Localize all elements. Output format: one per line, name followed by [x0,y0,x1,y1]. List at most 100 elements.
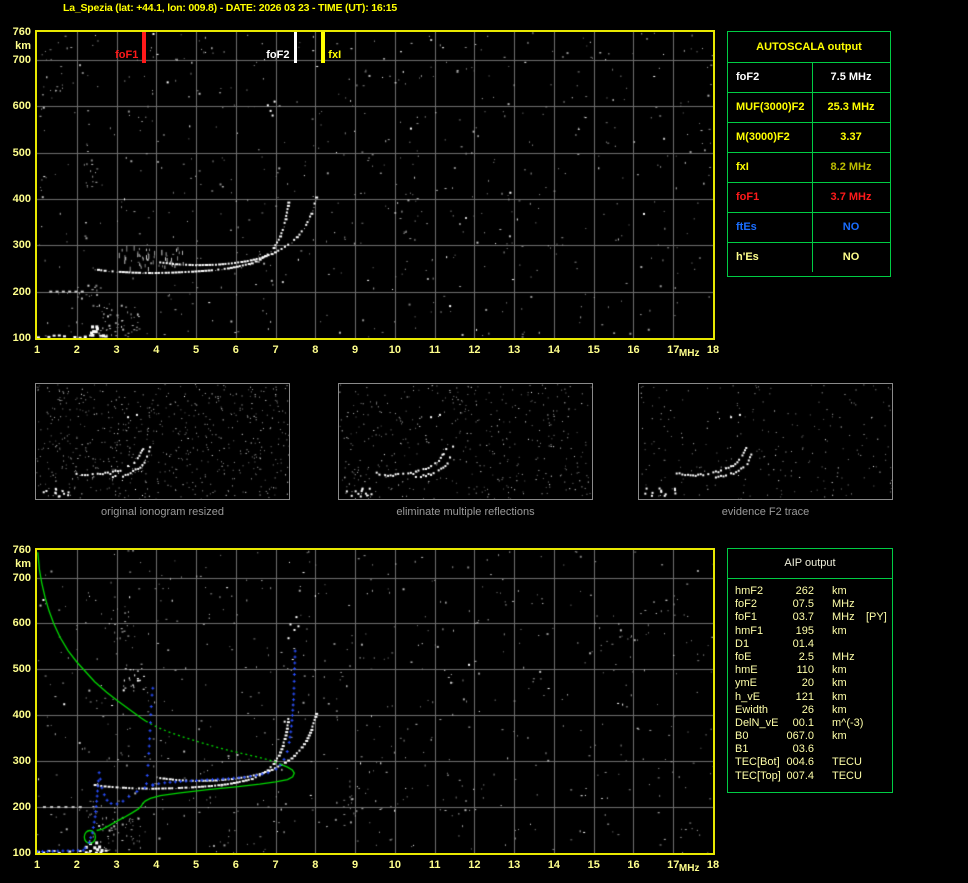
aip-row-DelN_vE: DelN_vE00.1m^(-3) [728,717,892,730]
y-tick-label: 700 [1,572,31,584]
x-tick-label: 9 [343,859,367,871]
thumbnail-caption-eliminate: eliminate multiple reflections [338,506,593,519]
aip-table-title: AIP output [728,549,892,579]
x-tick-label: 13 [502,344,526,356]
aip-row-unit: km [832,677,847,690]
autoscala-row-label: ftEs [736,213,757,242]
aip-row-unit: km [832,664,847,677]
x-tick-label: 11 [423,859,447,871]
thumbnail-f2-canvas [639,384,892,499]
aip-row-unit: m^(-3) [832,717,863,730]
aip-row-unit: km [832,704,847,717]
x-tick-label: 12 [462,859,486,871]
aip-row-label: hmF2 [735,585,763,598]
x-tick-label: 18 [701,859,725,871]
y-tick-label: 400 [1,709,31,721]
aip-row-unit: TECU [832,756,862,769]
aip-row-label: Ewidth [735,704,768,717]
thumbnail-original-canvas [36,384,289,499]
aip-row-unit: MHz [832,651,855,664]
aip-row-unit: MHz [832,611,855,624]
aip-row-label: foF1 [735,611,757,624]
autoscala-row-label: foF1 [736,183,759,212]
aip-row-hmE: hmE110km [728,664,892,677]
y-tick-label: 500 [1,147,31,159]
autoscala-table-rows: foF27.5 MHzMUF(3000)F225.3 MHzM(3000)F23… [728,62,890,272]
x-tick-label: 9 [343,344,367,356]
aip-row-unit: km [832,585,847,598]
x-tick-label: 4 [144,344,168,356]
aip-row-h_vE: h_vE 121 km [728,691,892,704]
x-tick-label: 2 [65,344,89,356]
aip-row-B0: B0067.0km [728,730,892,743]
y-tick-label: 500 [1,663,31,675]
x-tick-label: 1 [25,859,49,871]
aip-row-value: 07.5 [768,598,814,611]
aip-row-label: ymE [735,677,757,690]
thumbnail-eliminate-reflections [338,383,593,500]
y-tick-label: 100 [1,847,31,859]
aip-row-value: 067.0 [768,730,814,743]
y-tick-label: 200 [1,286,31,298]
aip-row-value: 121 [768,691,814,704]
x-tick-label: 5 [184,344,208,356]
autoscala-row-value: 7.5 MHz [812,63,890,92]
x-tick-label: 5 [184,859,208,871]
autoscala-row-fxI: fxI8.2 MHz [728,152,890,182]
aip-row-value: 03.7 [768,611,814,624]
autoscala-row-foF2: foF27.5 MHz [728,62,890,92]
x-tick-label: 10 [383,344,407,356]
aip-row-B1: B103.6 [728,743,892,756]
marker-label-foF1: foF1 [96,49,138,61]
autoscala-row-value: 25.3 MHz [812,93,890,122]
aip-output-table: AIP output hmF2 262 km foF2 07.5 MHz foF1 03.7 M… [727,548,893,793]
aip-row-label: foE [735,651,752,664]
x-tick-label: 2 [65,859,89,871]
autoscala-row-label: fxI [736,153,749,182]
y-axis-unit: km [1,558,31,570]
bottom-ionogram-plot [35,548,715,855]
aip-row-hmF2: hmF2 262 km [728,585,892,598]
aip-row-unit: km [832,691,847,704]
x-tick-label: 14 [542,344,566,356]
aip-row-unit: TECU [832,770,862,783]
y-tick-label: 600 [1,100,31,112]
aip-row-ymE: ymE 20 km [728,677,892,690]
x-tick-label: 14 [542,859,566,871]
y-axis-unit: km [1,40,31,52]
aip-row-value: 004.6 [768,756,814,769]
marker-label-foF2: foF2 [247,49,289,61]
x-axis-unit: MHz [679,863,700,874]
aip-row-value: 110 [768,664,814,677]
autoscala-window: La_Spezia (lat: +44.1, lon: 009.8) - DAT… [0,0,968,883]
aip-row-unit: km [832,730,847,743]
x-tick-label: 12 [462,344,486,356]
autoscala-row-value: 3.7 MHz [812,183,890,212]
x-tick-label: 16 [621,859,645,871]
aip-row-label: h_vE [735,691,760,704]
autoscala-row-label: h'Es [736,243,759,272]
x-tick-label: 1 [25,344,49,356]
aip-row-extra: [PY] [866,611,887,624]
y-tick-label: 100 [1,332,31,344]
aip-row-value: 01.4 [768,638,814,651]
aip-row-value: 20 [768,677,814,690]
y-tick-label: 700 [1,54,31,66]
x-tick-label: 15 [582,344,606,356]
autoscala-row-MUF(3000)F2: MUF(3000)F225.3 MHz [728,92,890,122]
bottom-ionogram-canvas [37,550,713,853]
aip-row-foF1: foF1 03.7 MHz [PY] [728,611,892,624]
page-title: La_Spezia (lat: +44.1, lon: 009.8) - DAT… [63,2,397,14]
x-tick-label: 13 [502,859,526,871]
y-tick-label: 300 [1,755,31,767]
aip-row-unit: km [832,625,847,638]
x-tick-label: 6 [224,859,248,871]
thumbnail-eliminate-canvas [339,384,592,499]
y-tick-label: 200 [1,801,31,813]
aip-row-value: 262 [768,585,814,598]
aip-row-value: 03.6 [768,743,814,756]
aip-row-foF2: foF207.5MHz [728,598,892,611]
aip-row-value: 26 [768,704,814,717]
autoscala-row-value: 3.37 [812,123,890,152]
aip-row-label: foF2 [735,598,757,611]
